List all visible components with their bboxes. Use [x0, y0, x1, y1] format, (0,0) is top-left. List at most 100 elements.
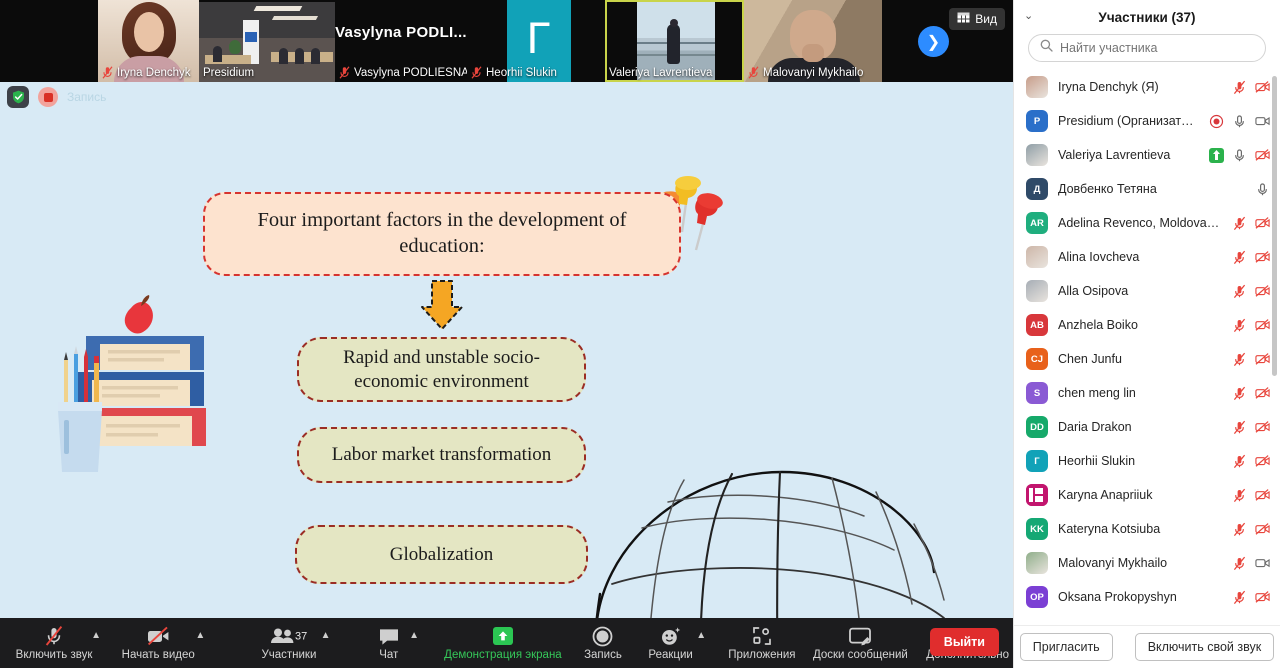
camera-off-icon[interactable] [1255, 216, 1270, 231]
mic-on-icon[interactable] [1232, 148, 1247, 163]
participant-row[interactable]: Schen meng lin [1014, 376, 1280, 410]
grid-view-icon [957, 12, 970, 26]
camera-off-icon[interactable] [1255, 250, 1270, 265]
mic-off-icon[interactable] [1232, 80, 1247, 95]
mic-off-icon[interactable] [1232, 216, 1247, 231]
unmute-self-button[interactable]: Включить свой звук [1134, 633, 1275, 661]
tile-nameplate: Heorhii Slukin [467, 65, 563, 80]
camera-off-icon[interactable] [1255, 420, 1270, 435]
camera-off-icon[interactable] [1255, 284, 1270, 299]
toolbar-apps-button[interactable]: Приложения [725, 618, 798, 668]
participant-row[interactable]: Alina Iovcheva [1014, 240, 1280, 274]
toolbar-whiteboard-button[interactable]: Доски сообщений [812, 618, 908, 668]
video-filmstrip: Iryna Denchyk Presidium Vasylyna PODLI..… [0, 0, 1013, 82]
camera-off-icon[interactable] [1255, 318, 1270, 333]
search-input[interactable] [1060, 41, 1254, 55]
participant-row[interactable]: Malovanyi Mykhailo [1014, 546, 1280, 580]
mic-off-icon[interactable] [1232, 488, 1247, 503]
participant-row[interactable]: CJ Chen Junfu [1014, 342, 1280, 376]
video-tile-iryna-denchyk[interactable]: Iryna Denchyk [98, 0, 199, 82]
participant-row[interactable]: Valeriya Lavrentieva [1014, 138, 1280, 172]
tile-nameplate: Vasylyna PODLIESNA [335, 65, 467, 80]
mic-off-icon[interactable] [1232, 556, 1247, 571]
camera-off-icon[interactable] [1255, 522, 1270, 537]
camera-off-icon[interactable] [1255, 386, 1270, 401]
camera-off-icon[interactable] [1255, 590, 1270, 605]
mic-off-icon[interactable] [1232, 250, 1247, 265]
video-tile-malovanyi-mykhailo[interactable]: Malovanyi Mykhailo [744, 0, 882, 82]
search-icon [1040, 39, 1053, 57]
toolbar-unmute-button[interactable]: Включить звук [15, 618, 93, 668]
mic-off-icon[interactable] [1232, 590, 1247, 605]
toolbar-start-video-button[interactable]: Начать видео [121, 618, 195, 668]
participant-row[interactable]: OP Oksana Prokopyshyn [1014, 580, 1280, 614]
video-tile-vasylyna-podliesna[interactable]: Vasylyna PODLI... Vasylyna PODLIESNA [335, 0, 467, 82]
toolbar-record-button[interactable]: Запись [578, 618, 629, 668]
toolbar-participants-button[interactable]: 37 Участники [258, 618, 319, 668]
mic-off-icon [471, 66, 482, 79]
mic-off-icon[interactable] [1232, 352, 1247, 367]
participant-name: Daria Drakon [1058, 420, 1132, 434]
mic-off-icon[interactable] [1232, 522, 1247, 537]
participant-row[interactable]: AR Adelina Revenco, Moldova State … [1014, 206, 1280, 240]
mic-off-icon[interactable] [1232, 386, 1247, 401]
tile-nameplate: Malovanyi Mykhailo [744, 65, 869, 80]
participant-status-icons [1232, 352, 1270, 367]
camera-on-icon[interactable] [1255, 556, 1270, 571]
participant-row[interactable]: Alla Osipova [1014, 274, 1280, 308]
factor-text: Labor market transformation [331, 444, 552, 466]
toolbar-chat-button[interactable]: Чат [370, 618, 408, 668]
factor-text: Rapid and unstable socio-economic enviro… [343, 346, 540, 392]
video-tile-presidium[interactable]: Presidium [199, 0, 335, 82]
video-options-caret[interactable]: ▲ [194, 618, 206, 668]
video-tile-valeriya-lavrentieva[interactable]: Valeriya Lavrentieva [605, 0, 744, 82]
camera-off-icon[interactable] [1255, 80, 1270, 95]
participant-status-icons [1255, 182, 1270, 197]
chevron-down-icon[interactable]: ⌄ [1024, 9, 1033, 22]
mic-off-icon[interactable] [1232, 420, 1247, 435]
invite-button[interactable]: Пригласить [1019, 633, 1113, 661]
security-shield-icon[interactable] [7, 86, 29, 108]
participants-search-box[interactable] [1028, 34, 1266, 62]
participant-row[interactable]: DD Daria Drakon [1014, 410, 1280, 444]
participant-name: Kateryna Kotsiuba [1058, 522, 1161, 536]
participants-options-caret[interactable]: ▲ [319, 618, 331, 668]
avatar [1026, 484, 1048, 506]
tile-name: Valeriya Lavrentieva [609, 67, 713, 79]
mic-on-icon[interactable] [1232, 114, 1247, 129]
participant-row[interactable]: P Presidium (Организатор) [1014, 104, 1280, 138]
chat-options-caret[interactable]: ▲ [408, 618, 420, 668]
slide-factor-2: Labor market transformation [297, 427, 586, 483]
filmstrip-next-button[interactable]: ❯ [918, 26, 949, 57]
participant-row[interactable]: AB Anzhela Boiko [1014, 308, 1280, 342]
toolbar-share-screen-button[interactable]: Демонстрация экрана [444, 618, 562, 668]
record-indicator-icon[interactable] [38, 87, 58, 107]
toolbar-label: Начать видео [121, 649, 195, 661]
participant-row[interactable]: Iryna Denchyk (Я) [1014, 70, 1280, 104]
tile-big-name: Vasylyna PODLI... [335, 24, 467, 41]
mic-on-icon[interactable] [1255, 182, 1270, 197]
camera-off-icon[interactable] [1255, 454, 1270, 469]
leave-meeting-button[interactable]: Выйти [929, 628, 999, 656]
camera-off-icon[interactable] [1255, 148, 1270, 163]
view-button[interactable]: Вид [949, 8, 1005, 30]
participant-row[interactable]: KK Kateryna Kotsiuba [1014, 512, 1280, 546]
mic-off-icon[interactable] [1232, 284, 1247, 299]
mic-off-icon[interactable] [1232, 454, 1247, 469]
participants-scrollbar[interactable] [1272, 76, 1277, 376]
participant-name: Iryna Denchyk (Я) [1058, 80, 1159, 94]
mic-off-icon[interactable] [1232, 318, 1247, 333]
participant-row[interactable]: Д Довбенко Тетяна [1014, 172, 1280, 206]
participants-list[interactable]: Iryna Denchyk (Я) P Presidium (Организатор… [1014, 70, 1280, 625]
video-tile-heorhii-slukin[interactable]: Г Heorhii Slukin [467, 0, 605, 82]
camera-off-icon[interactable] [1255, 488, 1270, 503]
participant-status-icons [1232, 420, 1270, 435]
toolbar-label: Включить звук [15, 649, 93, 661]
camera-on-icon[interactable] [1255, 114, 1270, 129]
participant-row[interactable]: Karyna Anapriiuk [1014, 478, 1280, 512]
camera-off-icon[interactable] [1255, 352, 1270, 367]
reactions-options-caret[interactable]: ▲ [695, 618, 707, 668]
participant-row[interactable]: Г Heorhii Slukin [1014, 444, 1280, 478]
toolbar-reactions-button[interactable]: Реакции [646, 618, 695, 668]
meeting-status-indicators: Запись [7, 86, 106, 108]
